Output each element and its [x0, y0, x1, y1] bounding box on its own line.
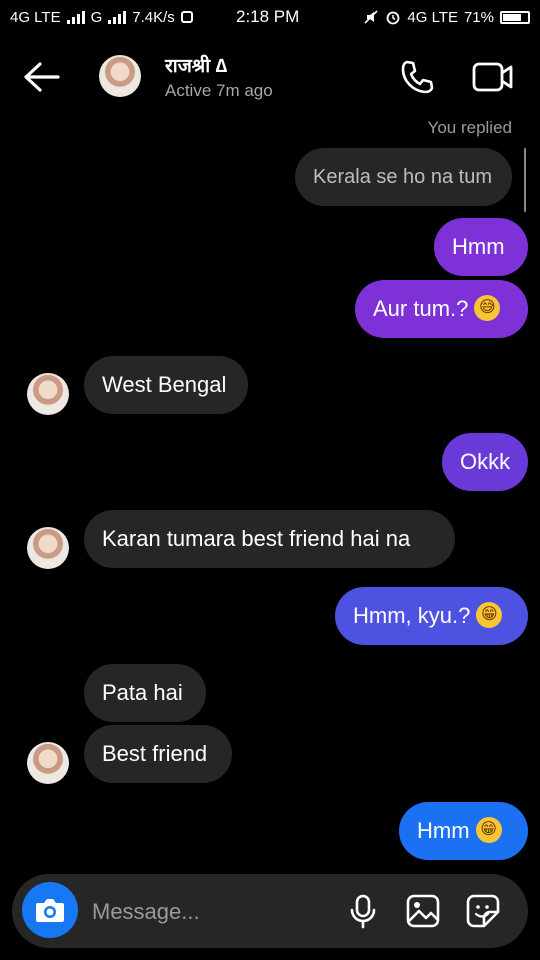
contact-name[interactable]: राजश्री ∆	[165, 52, 227, 78]
alarm-icon	[386, 11, 400, 25]
contact-avatar[interactable]	[27, 742, 69, 784]
message-bubble-sent[interactable]: Hmm	[434, 218, 528, 276]
message-text: Pata hai	[102, 680, 183, 705]
video-call-button[interactable]	[472, 60, 514, 94]
message-text: Karan tumara best friend hai na	[102, 526, 411, 551]
signal-icon-2	[108, 10, 127, 24]
voice-message-button[interactable]	[345, 893, 381, 929]
status-bar-right: 4G LTE 71%	[363, 9, 530, 26]
you-replied-label: You replied	[427, 118, 512, 137]
back-button[interactable]	[22, 60, 62, 94]
back-arrow-icon	[24, 62, 60, 92]
video-camera-icon	[472, 62, 513, 92]
gallery-icon	[406, 894, 440, 928]
message-bubble-sent[interactable]: Hmm, kyu.? 😁	[335, 587, 528, 645]
clock: 2:18 PM	[236, 7, 300, 26]
silent-icon	[364, 10, 378, 24]
message-bubble-sent[interactable]: Aur tum.? 😅	[355, 280, 528, 338]
message-bubble-received[interactable]: Karan tumara best friend hai na	[84, 510, 455, 568]
signal-icon	[66, 10, 85, 24]
active-status: Active 7m ago	[165, 81, 273, 100]
message-text: Best friend	[102, 741, 208, 766]
sticker-icon	[466, 894, 500, 928]
chat-header: राजश्री ∆ Active 7m ago	[0, 34, 540, 120]
grin-emoji: 😁	[476, 602, 503, 629]
message-text: West Bengal	[102, 372, 227, 397]
instagram-notification-icon	[180, 11, 193, 23]
message-bubble-received[interactable]: Pata hai	[84, 664, 206, 722]
battery-icon	[500, 10, 530, 24]
message-text: Hmm, kyu.?	[353, 603, 471, 628]
message-bubble-sent[interactable]: Hmm 😁	[399, 802, 528, 860]
message-bubble-sent[interactable]: Okkk	[442, 433, 528, 491]
grin-emoji: 😁	[475, 817, 502, 844]
camera-icon	[36, 899, 64, 922]
status-bar: 4G LTE G 7.4K/s 2:18 PM 4G LTE 71%	[0, 0, 540, 34]
camera-button[interactable]	[22, 882, 78, 938]
message-input[interactable]	[90, 892, 334, 932]
message-bubble-received[interactable]: West Bengal	[84, 356, 248, 414]
message-composer	[12, 874, 528, 948]
voice-call-button[interactable]	[398, 58, 436, 96]
network-label-3: 4G LTE	[407, 8, 458, 26]
network-label: 4G LTE	[10, 8, 61, 26]
microphone-icon	[350, 894, 376, 929]
message-text: Hmm	[417, 818, 470, 843]
battery-percent: 71%	[463, 8, 494, 26]
sticker-button[interactable]	[465, 893, 501, 929]
gallery-button[interactable]	[405, 893, 441, 929]
message-bubble-received[interactable]: Best friend	[84, 725, 232, 783]
message-text: Hmm	[452, 234, 505, 259]
quoted-message[interactable]: Kerala se ho na tum	[295, 148, 512, 206]
message-text: Okkk	[460, 449, 511, 474]
scrollbar[interactable]	[524, 148, 526, 212]
contact-avatar[interactable]	[27, 527, 69, 569]
message-text: Aur tum.?	[373, 296, 469, 321]
contact-avatar[interactable]	[99, 55, 141, 97]
contact-avatar[interactable]	[27, 373, 69, 415]
network-label-2: G	[90, 8, 103, 26]
status-bar-left: 4G LTE G 7.4K/s	[10, 9, 193, 26]
data-speed: 7.4K/s	[132, 8, 175, 26]
phone-icon	[401, 60, 434, 94]
smile-sweat-emoji: 😅	[474, 295, 501, 322]
